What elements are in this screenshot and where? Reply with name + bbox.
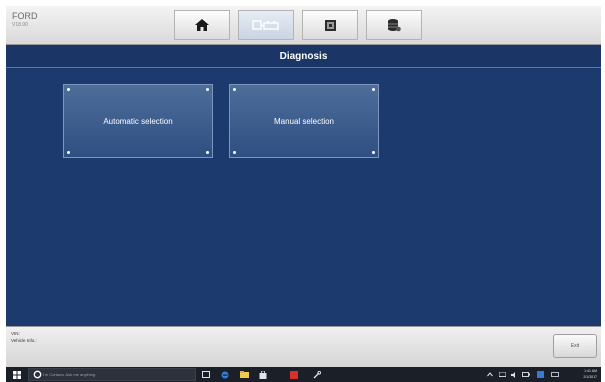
tray-keyboard[interactable] bbox=[550, 370, 559, 379]
main-panel: Automatic selection Manual selection bbox=[6, 68, 601, 326]
network-icon bbox=[498, 371, 506, 377]
store-icon bbox=[259, 370, 267, 379]
file-explorer-button[interactable] bbox=[239, 370, 249, 379]
corner-dot bbox=[67, 88, 70, 91]
windows-logo-icon bbox=[12, 370, 21, 379]
tray-chevron[interactable] bbox=[486, 370, 494, 379]
cortana-circle-icon bbox=[33, 370, 42, 379]
windows-taskbar: I'm Cortana. Ask me anything. 1:41 AM 2/… bbox=[6, 367, 601, 382]
corner-dot bbox=[372, 88, 375, 91]
app-red-icon bbox=[290, 370, 298, 379]
screenshot-icon bbox=[324, 19, 336, 31]
tool-button[interactable] bbox=[312, 370, 322, 379]
search-placeholder: I'm Cortana. Ask me anything. bbox=[43, 372, 97, 377]
corner-dot bbox=[206, 151, 209, 154]
task-view-icon bbox=[202, 371, 210, 378]
vin-label: VIN: bbox=[11, 331, 20, 336]
data-log-icon bbox=[388, 19, 401, 32]
clock-date: 2/1/2017 bbox=[583, 375, 597, 379]
tab-diagnose[interactable] bbox=[238, 10, 294, 40]
start-button[interactable] bbox=[12, 370, 21, 379]
tray-volume[interactable] bbox=[510, 370, 518, 379]
software-version: V18.90 bbox=[12, 22, 28, 28]
corner-dot bbox=[372, 151, 375, 154]
manual-selection-button[interactable]: Manual selection bbox=[229, 84, 379, 158]
vehicle-make: FORD bbox=[12, 11, 38, 21]
manual-selection-label: Manual selection bbox=[273, 116, 335, 126]
store-button[interactable] bbox=[258, 370, 268, 379]
vehicle-brand: FORD V18.90 bbox=[12, 11, 38, 29]
automatic-selection-label: Automatic selection bbox=[103, 116, 173, 126]
vehicle-diagnose-icon bbox=[252, 20, 279, 30]
app-button[interactable] bbox=[289, 370, 299, 379]
home-icon bbox=[195, 19, 209, 31]
app-blue-icon bbox=[537, 371, 544, 378]
tab-data[interactable] bbox=[366, 10, 422, 40]
wrench-icon bbox=[313, 370, 321, 378]
chevron-up-icon bbox=[487, 372, 493, 377]
tab-screenshot[interactable] bbox=[302, 10, 358, 40]
vehicle-info-label: Vehicle Info.: bbox=[11, 338, 37, 343]
app-window: FORD V18.90 Diagnosis Automatic selectio… bbox=[6, 6, 601, 367]
tray-app-blue[interactable] bbox=[536, 370, 545, 379]
edge-icon bbox=[221, 371, 229, 378]
corner-dot bbox=[67, 151, 70, 154]
cortana-search-box[interactable]: I'm Cortana. Ask me anything. bbox=[28, 368, 196, 381]
corner-dot bbox=[206, 88, 209, 91]
corner-dot bbox=[233, 88, 236, 91]
tray-network[interactable] bbox=[498, 370, 506, 379]
corner-dot bbox=[233, 151, 236, 154]
keyboard-icon bbox=[550, 372, 559, 377]
status-bar: VIN: Vehicle Info.: Exit bbox=[6, 326, 601, 367]
folder-icon bbox=[239, 371, 249, 378]
edge-button[interactable] bbox=[220, 370, 230, 379]
tab-home[interactable] bbox=[174, 10, 230, 40]
battery-icon bbox=[522, 372, 530, 377]
page-title: Diagnosis bbox=[6, 45, 601, 68]
top-toolbar: FORD V18.90 bbox=[6, 6, 601, 45]
tray-battery[interactable] bbox=[522, 370, 530, 379]
taskbar-clock[interactable]: 1:41 AM 2/1/2017 bbox=[583, 368, 597, 380]
exit-button[interactable]: Exit bbox=[553, 334, 597, 358]
task-view-button[interactable] bbox=[201, 370, 211, 379]
toolbar-tabs bbox=[174, 10, 422, 40]
automatic-selection-button[interactable]: Automatic selection bbox=[63, 84, 213, 158]
volume-icon bbox=[510, 371, 515, 378]
